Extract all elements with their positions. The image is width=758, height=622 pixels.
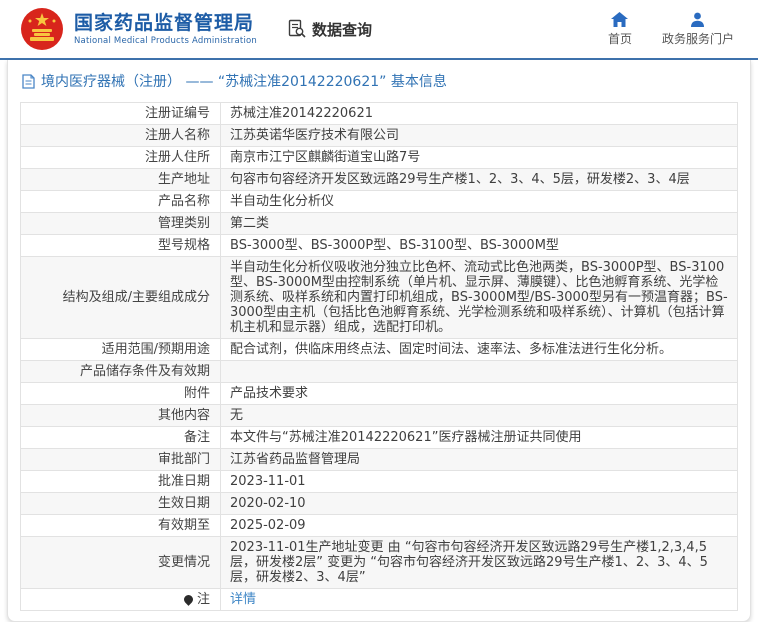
row-value: 无: [220, 404, 738, 427]
breadcrumb-text: 境内医疗器械（注册） —— “苏械注准20142220621” 基本信息: [41, 74, 447, 90]
table-row: 批准日期 2023-11-01: [20, 470, 738, 493]
row-value: 本文件与“苏械注准20142220621”医疗器械注册证共同使用: [220, 426, 738, 449]
detail-link[interactable]: 详情: [230, 592, 256, 607]
note-pin-icon: [182, 593, 195, 606]
nav-item-home[interactable]: 首页: [607, 11, 632, 47]
info-table-body: 注册证编号 苏械注准20142220621 注册人名称 江苏英诺华医疗技术有限公司 注册…: [20, 102, 738, 611]
table-row: 附件 产品技术要求: [20, 382, 738, 405]
table-row: 型号规格 BS-3000型、BS-3000P型、BS-3100型、BS-3000M…: [20, 234, 738, 257]
row-label: 注册人名称: [20, 124, 221, 147]
home-icon: [611, 11, 629, 27]
table-row: 产品储存条件及有效期: [20, 360, 738, 383]
row-value: 2023-11-01: [220, 470, 738, 493]
row-value: 半自动生化分析仪: [220, 190, 738, 213]
nav-portal-label: 政务服务门户: [661, 31, 734, 46]
row-value: 半自动生化分析仪吸收池分独立比色杯、流动式比色池两类，BS-3000P型、BS-…: [220, 256, 738, 339]
table-row: 其他内容无: [20, 404, 738, 427]
content-panel: 境内医疗器械（注册） —— “苏械注准20142220621” 基本信息 注册证…: [7, 60, 751, 622]
registration-info-table: 注册证编号 苏械注准20142220621 注册人名称 江苏英诺华医疗技术有限公司 注册…: [20, 102, 738, 611]
table-row: 审批部门 江苏省药品监督管理局: [20, 448, 738, 471]
site-title: 国家药品监督管理局: [74, 12, 255, 34]
table-row: 适用范围/预期用途 配合试剂，供临床用终点法、固定时间法、速率法、多标准法进行生化…: [20, 338, 738, 361]
nav-home-label: 首页: [607, 31, 632, 46]
row-label: 注: [20, 588, 221, 611]
nav-item-portal[interactable]: 政务服务门户: [662, 12, 734, 47]
row-label: 批准日期: [20, 470, 221, 493]
row-label: 型号规格: [20, 234, 221, 257]
national-emblem-icon: [21, 8, 63, 50]
table-row: 变更情况 2023-11-01生产地址变更 由 “句容市句容经济开发区致远路29号…: [20, 536, 738, 589]
row-label: 管理类别: [20, 212, 221, 235]
row-label: 结构及组成/主要组成成分: [20, 256, 221, 339]
row-value: 详情: [220, 588, 738, 611]
row-label: 附件: [20, 382, 221, 405]
row-value: 产品技术要求: [220, 382, 738, 405]
row-label: 生产地址: [20, 168, 221, 191]
document-search-icon: [288, 19, 306, 38]
row-label: 适用范围/预期用途: [20, 338, 221, 361]
row-label: 产品名称: [20, 190, 221, 213]
row-label: 生效日期: [20, 492, 221, 515]
row-value: 配合试剂，供临床用终点法、固定时间法、速率法、多标准法进行生化分析。: [220, 338, 738, 361]
table-row: 注册人住所 南京市江宁区麒麟街道宝山路7号: [20, 146, 738, 169]
site-subtitle: National Medical Products Administration: [74, 36, 257, 46]
row-value: 第二类: [220, 212, 738, 235]
site-header: 国家药品监督管理局 National Medical Products Admi…: [0, 0, 758, 60]
row-value: 2023-11-01生产地址变更 由 “句容市句容经济开发区致远路29号生产楼1…: [220, 536, 738, 589]
row-label: 其他内容: [20, 404, 221, 427]
row-label: 注册人住所: [20, 146, 221, 169]
row-label: 审批部门: [20, 448, 221, 471]
row-value: BS-3000型、BS-3000P型、BS-3100型、BS-3000M型: [220, 234, 738, 257]
data-query-label: 数据查询: [312, 20, 373, 39]
row-value: [220, 360, 738, 383]
row-label: 产品储存条件及有效期: [20, 360, 221, 383]
site-title-block: 国家药品监督管理局 National Medical Products Admi…: [74, 12, 257, 46]
row-label: 变更情况: [20, 536, 221, 589]
table-row: 有效期至 2025-02-09: [20, 514, 738, 537]
table-row: 管理类别 第二类: [20, 212, 738, 235]
row-value: 2020-02-10: [220, 492, 738, 515]
breadcrumb: 境内医疗器械（注册） —— “苏械注准20142220621” 基本信息: [8, 60, 750, 100]
document-icon: [22, 73, 35, 89]
nmpa-logo-link[interactable]: 国家药品监督管理局 National Medical Products Admi…: [20, 7, 257, 51]
row-label: 注册证编号: [20, 102, 221, 125]
top-nav: 首页 政务服务门户: [607, 11, 742, 47]
data-query-nav[interactable]: 数据查询: [287, 19, 372, 40]
row-value: 江苏英诺华医疗技术有限公司: [220, 124, 738, 147]
row-value: 句容市句容经济开发区致远路29号生产楼1、2、3、4、5层，研发楼2、3、4层: [220, 168, 738, 191]
table-row: 注详情: [20, 588, 738, 611]
row-label: 备注: [20, 426, 221, 449]
row-value: 2025-02-09: [220, 514, 738, 537]
table-row: 备注 本文件与“苏械注准20142220621”医疗器械注册证共同使用: [20, 426, 738, 449]
table-row: 产品名称 半自动生化分析仪: [20, 190, 738, 213]
row-value: 南京市江宁区麒麟街道宝山路7号: [220, 146, 738, 169]
row-label: 有效期至: [20, 514, 221, 537]
row-value: 苏械注准20142220621: [220, 102, 738, 125]
row-value: 江苏省药品监督管理局: [220, 448, 738, 471]
table-row: 注册证编号 苏械注准20142220621: [20, 102, 738, 125]
table-row: 结构及组成/主要组成成分 半自动生化分析仪吸收池分独立比色杯、流动式比色池两类，B…: [20, 256, 738, 339]
table-row: 生产地址 句容市句容经济开发区致远路29号生产楼1、2、3、4、5层，研发楼2、3…: [20, 168, 738, 191]
table-row: 生效日期 2020-02-10: [20, 492, 738, 515]
user-icon: [691, 12, 705, 27]
table-row: 注册人名称 江苏英诺华医疗技术有限公司: [20, 124, 738, 147]
